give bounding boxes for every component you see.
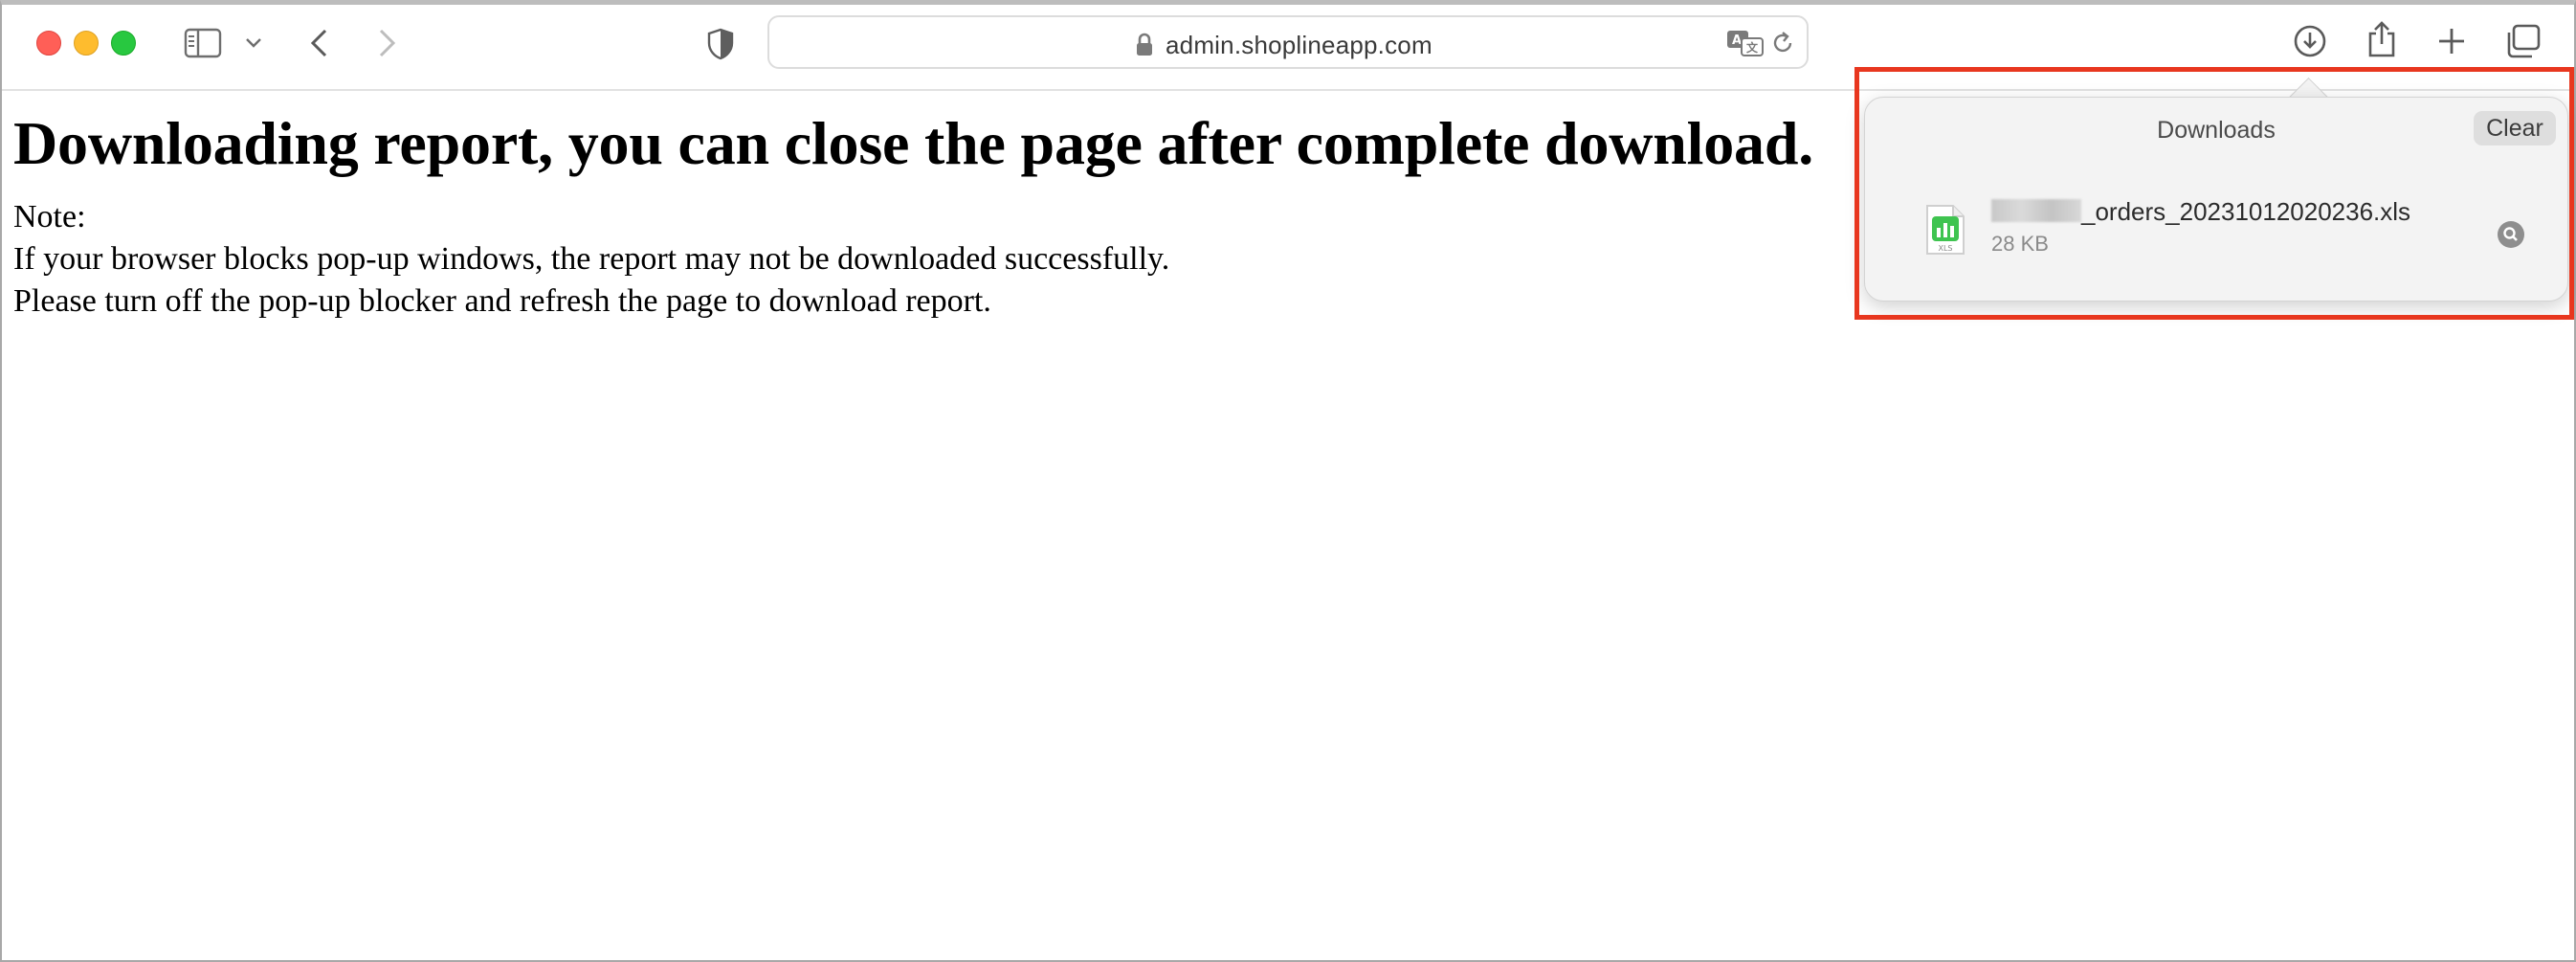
note-line-popup: If your browser blocks pop-up windows, t… bbox=[13, 241, 1170, 277]
sidebar-icon[interactable] bbox=[184, 28, 222, 58]
url-text: admin.shoplineapp.com bbox=[1166, 31, 1432, 59]
forward-icon[interactable] bbox=[377, 28, 398, 58]
privacy-shield-icon[interactable] bbox=[706, 28, 735, 60]
page-content: Downloading report, you can close the pa… bbox=[13, 101, 1813, 323]
browser-window: admin.shoplineapp.com A文 Downloading rep… bbox=[0, 0, 2576, 962]
zoom-window-button[interactable] bbox=[111, 31, 136, 56]
share-icon[interactable] bbox=[2365, 20, 2398, 58]
reload-icon[interactable] bbox=[1770, 31, 1795, 60]
page-heading: Downloading report, you can close the pa… bbox=[13, 109, 1814, 177]
note-label: Note: bbox=[13, 199, 86, 235]
tab-overview-icon[interactable] bbox=[2505, 24, 2542, 58]
close-window-button[interactable] bbox=[36, 31, 61, 56]
new-tab-icon[interactable] bbox=[2436, 26, 2467, 56]
svg-text:文: 文 bbox=[1746, 40, 1759, 55]
note-line-blocker: Please turn off the pop-up blocker and r… bbox=[13, 283, 991, 319]
lock-icon bbox=[1135, 33, 1154, 62]
svg-text:A: A bbox=[1732, 34, 1742, 48]
translate-icon[interactable]: A文 bbox=[1726, 29, 1765, 62]
chevron-down-icon[interactable] bbox=[245, 37, 262, 49]
downloads-icon[interactable] bbox=[2293, 24, 2327, 58]
downloads-highlight-box bbox=[1854, 67, 2574, 320]
back-icon[interactable] bbox=[308, 28, 329, 58]
minimize-window-button[interactable] bbox=[74, 31, 99, 56]
address-bar[interactable]: admin.shoplineapp.com A文 bbox=[767, 15, 1809, 69]
